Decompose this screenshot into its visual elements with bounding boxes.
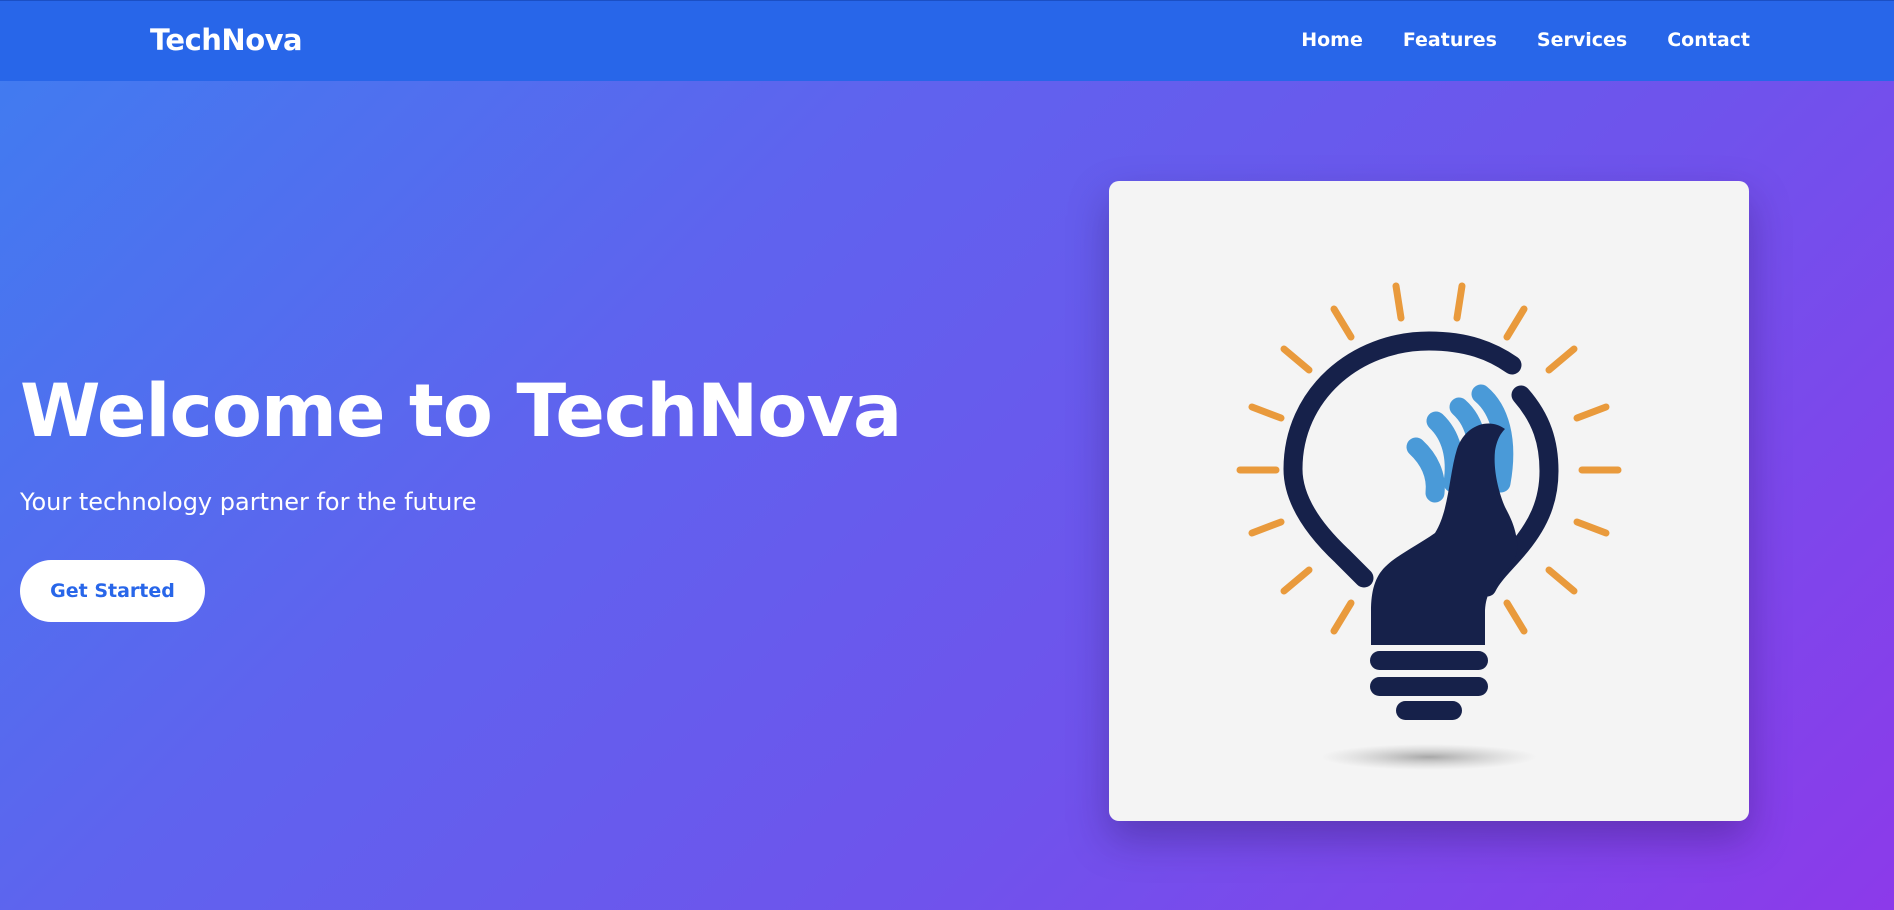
nav-link-services[interactable]: Services xyxy=(1537,29,1627,51)
get-started-button[interactable]: Get Started xyxy=(20,560,205,622)
nav-link-home[interactable]: Home xyxy=(1301,29,1363,51)
hero-subtitle: Your technology partner for the future xyxy=(20,488,477,516)
nav-link-contact[interactable]: Contact xyxy=(1667,29,1750,51)
top-navbar: TechNova Home Features Services Contact xyxy=(0,0,1894,81)
hero-image-card xyxy=(1109,181,1749,821)
bulb-shadow xyxy=(1321,744,1537,770)
hero-title: Welcome to TechNova xyxy=(20,369,902,454)
lightbulb-hand-icon xyxy=(1236,282,1622,770)
brand-logo[interactable]: TechNova xyxy=(150,23,303,57)
bulb-base xyxy=(1370,651,1488,720)
nav-link-features[interactable]: Features xyxy=(1403,29,1497,51)
main-nav: Home Features Services Contact xyxy=(1301,29,1750,51)
